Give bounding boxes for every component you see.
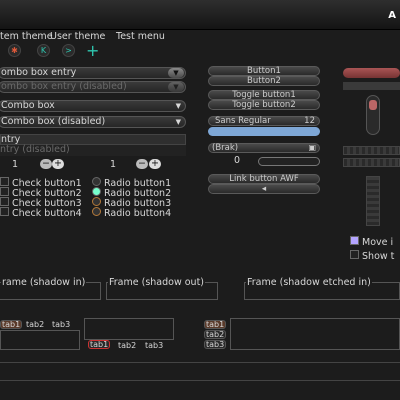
combo-box-entry[interactable]: ombo box entry ▼ bbox=[0, 67, 186, 79]
scale-mark: 0 bbox=[234, 155, 241, 166]
minus-icon[interactable]: − bbox=[40, 159, 52, 169]
progress-bar-horizontal bbox=[343, 82, 400, 90]
combo-box-disabled: Combo box (disabled) ▼ bbox=[0, 116, 186, 128]
radio-circle bbox=[92, 177, 101, 186]
spin-value: 1 bbox=[12, 159, 19, 170]
tab-top-1[interactable]: tab1 bbox=[0, 320, 23, 329]
tab-top-2[interactable]: tab2 bbox=[26, 320, 44, 329]
font-button[interactable]: Sans Regular 12 bbox=[208, 116, 320, 126]
frame-shadow-in: rame (shadow in) bbox=[0, 277, 101, 300]
gear-icon[interactable]: ✱ bbox=[8, 44, 21, 57]
scale-handle[interactable] bbox=[369, 100, 377, 110]
chevron-down-icon: ▼ bbox=[175, 102, 181, 110]
minus-icon[interactable]: − bbox=[136, 159, 148, 169]
move-label: Move i bbox=[362, 237, 394, 248]
tab-bottom-2[interactable]: tab2 bbox=[118, 341, 136, 350]
combo-box-entry-text: ombo box entry bbox=[1, 67, 77, 78]
checkbox-box bbox=[0, 207, 9, 216]
radio-circle bbox=[92, 197, 101, 206]
checkbox-box bbox=[0, 177, 9, 186]
checkbox-box bbox=[0, 197, 9, 206]
text-entry-disabled: ntry (disabled) bbox=[0, 145, 186, 156]
link-button[interactable]: Link button AWF bbox=[208, 174, 320, 184]
radio-label: Radio button4 bbox=[104, 208, 172, 219]
frame-label: Frame (shadow etched in) bbox=[246, 277, 372, 288]
tab-left-1[interactable]: tab1 bbox=[204, 320, 227, 329]
text-entry-disabled-value: ntry (disabled) bbox=[0, 144, 70, 155]
separator bbox=[0, 362, 400, 363]
checkbox-box bbox=[0, 187, 9, 196]
tab-top-3[interactable]: tab3 bbox=[52, 320, 70, 329]
frame-label: Frame (shadow out) bbox=[108, 277, 206, 288]
checkbox-box bbox=[350, 236, 359, 245]
check-move[interactable]: Move i bbox=[350, 236, 393, 248]
frame-shadow-etched-in: Frame (shadow etched in) bbox=[244, 277, 400, 300]
skip-forward-icon[interactable]: > bbox=[62, 44, 75, 57]
scrollbar-horizontal[interactable] bbox=[343, 68, 400, 78]
check-button-4[interactable]: Check button4 bbox=[0, 207, 82, 219]
notebook-bottom-content bbox=[84, 318, 174, 340]
plus-icon[interactable]: + bbox=[52, 159, 64, 169]
frame-label: rame (shadow in) bbox=[1, 277, 87, 288]
show-label: Show t bbox=[362, 251, 395, 262]
progress-bar-pattern-2 bbox=[343, 158, 400, 167]
switch-toggle[interactable] bbox=[258, 157, 320, 166]
combo-box-text: Combo box bbox=[1, 100, 55, 111]
check-label: Check button4 bbox=[12, 208, 82, 219]
progress-bar-vertical bbox=[366, 176, 380, 226]
chevron-down-icon: ▼ bbox=[168, 82, 184, 92]
radio-circle bbox=[92, 207, 101, 216]
spin-button-1[interactable]: 1 − + bbox=[12, 159, 68, 170]
arrow-left-icon: ◂ bbox=[261, 184, 267, 194]
check-show[interactable]: Show t bbox=[350, 250, 394, 262]
radio-circle bbox=[92, 187, 101, 196]
chevron-down-icon: ▼ bbox=[175, 118, 181, 126]
skip-back-icon[interactable]: K bbox=[37, 44, 50, 57]
chevron-down-icon[interactable]: ▼ bbox=[168, 68, 184, 78]
arrow-button[interactable]: ◂ bbox=[208, 184, 320, 194]
combo-box-entry-disabled: ombo box entry (disabled) ▼ bbox=[0, 81, 186, 93]
combo-box[interactable]: Combo box ▼ bbox=[0, 100, 186, 112]
toolbar: ✱ K > + bbox=[0, 41, 400, 60]
spin-button-2[interactable]: 1 − + bbox=[110, 159, 166, 170]
folder-icon: ▣ bbox=[308, 143, 316, 152]
tab-bottom-3[interactable]: tab3 bbox=[145, 341, 163, 350]
notebook-left-content bbox=[230, 318, 400, 350]
menu-item-test-menu[interactable]: Test menu bbox=[116, 31, 165, 42]
tab-bottom-1[interactable]: tab1 bbox=[88, 340, 111, 349]
vertical-scale[interactable] bbox=[366, 95, 380, 135]
spin-value: 1 bbox=[110, 159, 117, 170]
combo-box-disabled-text: Combo box (disabled) bbox=[1, 116, 106, 127]
separator bbox=[0, 380, 400, 381]
checkbox-box bbox=[350, 250, 359, 259]
window-title: A bbox=[388, 10, 396, 21]
menubar: tem theme User theme Test menu bbox=[0, 30, 400, 44]
notebook-top-content bbox=[0, 330, 80, 350]
button-1[interactable]: Button1 bbox=[208, 66, 320, 76]
window-titlebar: A bbox=[0, 0, 400, 30]
button-2[interactable]: Button2 bbox=[208, 76, 320, 86]
plus-icon[interactable]: + bbox=[149, 159, 161, 169]
tab-left-3[interactable]: tab3 bbox=[204, 340, 227, 349]
font-name: Sans Regular bbox=[215, 116, 271, 126]
frame-shadow-out: Frame (shadow out) bbox=[106, 277, 218, 300]
toggle-button-1[interactable]: Toggle button1 bbox=[208, 90, 320, 100]
font-size: 12 bbox=[304, 116, 315, 126]
combo-box-entry-disabled-text: ombo box entry (disabled) bbox=[1, 81, 127, 92]
menu-item-theme[interactable]: tem theme bbox=[0, 31, 53, 42]
radio-button-4[interactable]: Radio button4 bbox=[92, 207, 171, 219]
file-chooser-button[interactable]: (Brak) ▣ bbox=[208, 143, 320, 153]
progress-bar-pattern-1 bbox=[343, 146, 400, 155]
tab-left-2[interactable]: tab2 bbox=[204, 330, 227, 339]
file-chooser-label: (Brak) bbox=[212, 143, 239, 153]
plus-icon[interactable]: + bbox=[86, 41, 99, 60]
color-button[interactable] bbox=[208, 127, 320, 136]
toggle-button-2[interactable]: Toggle button2 bbox=[208, 100, 320, 110]
